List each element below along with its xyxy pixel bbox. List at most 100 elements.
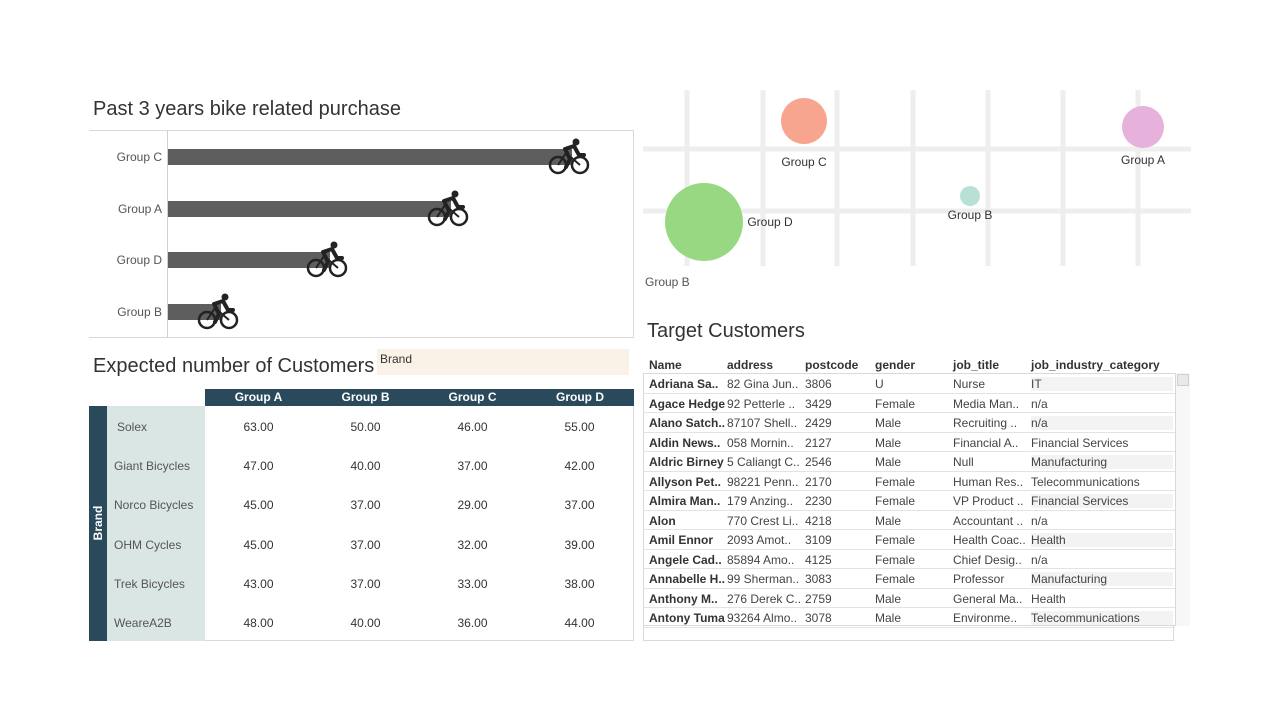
customer-name-cell: Agace Hedge — [649, 396, 725, 411]
table-row[interactable]: Aldin News.. 058 Mornin.. 2127 Male Financia… — [643, 433, 1175, 452]
bubble-chart-axis-label: Group B — [645, 275, 690, 289]
value-cell: 33.00 — [457, 577, 488, 591]
table-cell: General Ma.. — [953, 591, 1023, 606]
brand-row-label: Norco Bicycles — [114, 498, 194, 512]
table-cell: VP Product .. — [953, 494, 1024, 508]
brand-side-header: Brand — [89, 406, 107, 641]
table-cell: 770 Crest Li.. — [727, 513, 799, 528]
table-cell: Male — [875, 455, 902, 469]
table-cell: 99 Sherman.. — [727, 572, 800, 586]
customer-name-cell: Anthony M.. — [649, 591, 718, 606]
brand-row-label: Trek Bicycles — [114, 577, 185, 591]
target-column-header[interactable]: address — [727, 358, 773, 372]
table-row[interactable]: Alon 770 Crest Li.. 4218 Male Accountant .. n… — [643, 511, 1175, 530]
value-cell: 37.00 — [564, 498, 595, 512]
table-row[interactable]: Anthony M.. 276 Derek C.. 2759 Male General … — [643, 589, 1175, 608]
target-table-scrollbar[interactable] — [1175, 373, 1190, 626]
table-cell: 4125 — [805, 552, 832, 567]
table-cell: 3078 — [805, 611, 832, 625]
bar-category-label: Group A — [117, 202, 162, 216]
target-column-header[interactable]: gender — [875, 358, 915, 372]
bar-category-label: Group D — [116, 253, 162, 267]
customer-name-cell: Almira Man.. — [649, 494, 721, 508]
value-cell: 45.00 — [243, 498, 274, 512]
table-cell: 2127 — [805, 435, 832, 450]
value-cell: 36.00 — [457, 616, 488, 630]
table-cell: 2230 — [805, 494, 832, 508]
value-cell: 42.00 — [564, 459, 595, 473]
customer-name-cell: Aldin News.. — [649, 435, 721, 450]
table-cell: n/a — [1031, 513, 1048, 528]
table-row[interactable]: Adriana Sa.. 82 Gina Jun.. 3806 U Nurse IT — [643, 374, 1175, 394]
table-cell: 2429 — [805, 416, 832, 430]
brand-row-label: Giant Bicycles — [114, 459, 191, 473]
target-column-header[interactable]: job_industry_category — [1031, 358, 1160, 372]
table-cell: Manufacturing — [1031, 455, 1173, 469]
table-row[interactable]: Amil Ennor 2093 Amot.. 3109 Female Health Co… — [643, 530, 1175, 550]
value-cell: 37.00 — [457, 459, 488, 473]
bubble-chart-marks: Group C Group A Group D Group B — [665, 98, 1165, 261]
customers-table-right-rule — [633, 406, 634, 641]
table-cell: 82 Gina Jun.. — [727, 377, 799, 391]
brand-filter[interactable]: Brand — [377, 349, 629, 375]
target-column-header[interactable]: job_title — [953, 358, 999, 372]
brand-side-label: Brand — [91, 505, 105, 541]
table-cell: Accountant .. — [953, 513, 1024, 528]
table-cell: Financial A.. — [953, 435, 1019, 450]
value-cell: 29.00 — [457, 498, 488, 512]
table-cell: Male — [875, 416, 902, 430]
customer-name-cell: Angele Cad.. — [649, 552, 722, 567]
target-table-hscroll[interactable] — [643, 626, 1174, 641]
table-row[interactable]: Alano Satch.. 87107 Shell.. 2429 Male Recrui… — [643, 413, 1175, 433]
table-cell: Female — [875, 474, 916, 489]
table-cell: 276 Derek C.. — [727, 591, 802, 606]
table-cell: Environme.. — [953, 611, 1018, 625]
customer-name-cell: Aldric Birney — [649, 455, 724, 469]
table-row[interactable]: Annabelle H.. 99 Sherman.. 3083 Female Profe… — [643, 569, 1175, 589]
value-cell: 39.00 — [564, 538, 595, 552]
table-cell: 3806 — [805, 377, 832, 391]
column-header: Group C — [419, 389, 526, 406]
cyclist-icon — [427, 190, 469, 227]
bubble — [665, 183, 743, 261]
bubble — [960, 186, 980, 206]
value-cell: 37.00 — [350, 538, 381, 552]
bar-chart-title: Past 3 years bike related purchase — [93, 98, 401, 120]
table-cell: Male — [875, 591, 902, 606]
table-row[interactable]: Aldric Birney 5 Caliangt C.. 2546 Male Null M… — [643, 452, 1175, 472]
table-cell: Financial Services — [1031, 435, 1129, 450]
table-row[interactable]: Allyson Pet.. 98221 Penn.. 2170 Female Human… — [643, 472, 1175, 491]
table-row[interactable]: Angele Cad.. 85894 Amo.. 4125 Female Chief D… — [643, 550, 1175, 569]
target-column-header[interactable]: Name — [649, 358, 682, 372]
table-cell: Human Res.. — [953, 474, 1024, 489]
bubble-label: Group C — [781, 155, 827, 169]
customer-name-cell: Antony Tuma — [649, 611, 725, 625]
scrollbar-thumb[interactable] — [1177, 374, 1189, 386]
table-cell: Telecommunications — [1031, 474, 1140, 489]
table-cell: n/a — [1031, 396, 1048, 411]
table-row[interactable]: Antony Tuma 93264 Almo.. 3078 Male Environme… — [643, 608, 1175, 628]
bar-category-label: Group C — [116, 150, 162, 164]
table-cell: Female — [875, 396, 916, 411]
value-cell: 37.00 — [350, 498, 381, 512]
bar — [168, 201, 451, 217]
table-cell: Financial Services — [1031, 494, 1173, 508]
value-cell: 50.00 — [350, 420, 381, 434]
brand-row-label: OHM Cycles — [114, 538, 182, 552]
column-header: Group B — [312, 389, 419, 406]
cyclist-icon — [548, 138, 590, 175]
table-cell: Media Man.. — [953, 396, 1020, 411]
bubble-label: Group A — [1121, 153, 1165, 167]
table-row[interactable]: Agace Hedge 92 Petterle .. 3429 Female Media… — [643, 394, 1175, 413]
table-cell: Manufacturing — [1031, 572, 1173, 586]
table-cell: Professor — [953, 572, 1005, 586]
table-cell: Null — [953, 455, 974, 469]
table-cell: 93264 Almo.. — [727, 611, 798, 625]
table-cell: Health Coac.. — [953, 533, 1026, 547]
table-row[interactable]: Almira Man.. 179 Anzing.. 2230 Female VP Pro… — [643, 491, 1175, 511]
bar — [168, 149, 572, 165]
target-title: Target Customers — [647, 320, 805, 342]
value-cell: 46.00 — [457, 420, 488, 434]
table-cell: 85894 Amo.. — [727, 552, 795, 567]
target-column-header[interactable]: postcode — [805, 358, 858, 372]
